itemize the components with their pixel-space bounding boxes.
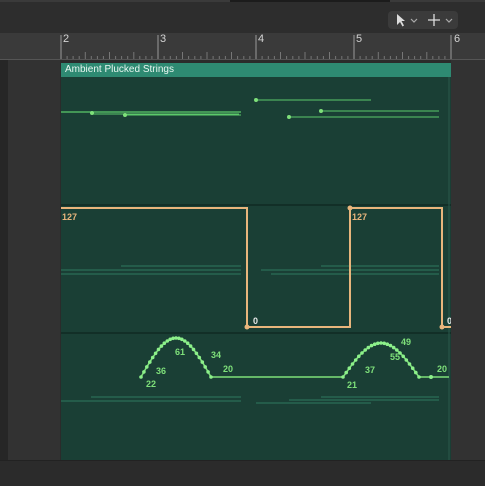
pitch-automation-point[interactable] [353,358,358,362]
chevron-down-icon[interactable] [410,18,418,23]
tool-picker[interactable] [388,11,458,29]
pitch-value-label: 22 [146,379,156,389]
timeline-ruler[interactable]: 2 3 4 5 6 [0,33,485,60]
velocity-value-label: 127 [352,212,367,222]
pitch-automation-point[interactable] [385,342,390,347]
velocity-value-label: 0 [447,316,451,326]
pitch-value-label: 55 [390,352,400,362]
pitch-automation-point[interactable] [156,347,161,352]
pitch-automation-point[interactable] [200,360,205,364]
pitch-automation-point[interactable] [150,355,155,360]
pitch-value-label: 36 [156,366,166,376]
pitch-automation-point[interactable] [410,366,415,371]
pitch-automation-point[interactable] [142,370,146,374]
pointer-tool-icon[interactable] [397,14,405,27]
pitch-automation-point[interactable] [376,341,380,346]
pitch-automation-point[interactable] [404,358,409,362]
pitch-automation-point[interactable] [369,343,374,348]
pitch-automation-point[interactable] [139,375,143,379]
pitch-automation-point[interactable] [344,370,349,375]
track-area-right [451,60,485,460]
region-header[interactable]: Ambient Plucked Strings [61,63,451,77]
pitch-automation-point[interactable] [401,354,406,359]
bar-number-4: 4 [258,33,265,45]
note-lane[interactable] [61,98,439,119]
pitch-automation-point[interactable] [159,344,164,348]
pitch-automation-point[interactable] [363,348,368,352]
pitch-value-label: 20 [437,364,447,374]
chevron-down-icon[interactable] [445,18,453,23]
velocity-value-label: 0 [253,316,258,326]
pitch-automation-point[interactable] [350,362,355,366]
pitch-automation-point[interactable] [203,365,207,369]
pitch-automation-point[interactable] [153,351,158,356]
pitch-automation-point[interactable] [188,344,193,348]
toolbar [0,0,485,33]
track-area-left [8,60,60,460]
bar-number-3: 3 [160,33,167,45]
pitch-value-label: 34 [211,350,221,360]
pitch-automation-point[interactable] [379,341,383,345]
pitch-value-label: 49 [401,337,411,347]
pitch-automation-point[interactable] [429,375,433,379]
pitch-automation-point[interactable] [388,343,393,348]
pitch-automation-point[interactable] [183,339,187,343]
velocity-lane-notes [61,265,439,275]
pitch-value-label: 20 [223,364,233,374]
pitch-automation-point[interactable] [191,347,196,352]
pitch-automation-point[interactable] [341,375,345,379]
pitch-automation-point[interactable] [209,375,213,379]
pitch-automation-point[interactable] [366,345,371,350]
bar-number-6: 6 [454,33,461,45]
crosshair-tool-icon[interactable] [428,14,440,26]
region-title: Ambient Plucked Strings [65,64,174,75]
pitch-automation-point[interactable] [382,341,387,346]
window-tab[interactable] [230,0,390,2]
pitch-automation-point[interactable] [417,375,421,379]
bar-number-2: 2 [63,33,70,45]
velocity-automation-line[interactable] [61,205,451,330]
pitch-value-label: 61 [175,347,185,357]
pitch-automation-point[interactable] [407,362,412,366]
pitch-automation-point[interactable] [194,351,199,356]
bottom-bar [0,460,485,486]
pitch-value-label: 37 [365,365,375,375]
pitch-automation-point[interactable] [162,341,167,346]
pitch-automation-point[interactable] [185,341,190,346]
bar-number-5: 5 [356,33,363,45]
velocity-value-label: 127 [62,212,77,222]
pitch-automation-point[interactable] [360,351,364,355]
pitch-automation-point[interactable] [414,370,418,375]
pitch-lane-notes [61,396,439,404]
pitch-automation-point[interactable] [391,345,396,350]
pitch-automation-point[interactable] [206,370,210,374]
pitch-automation-point[interactable] [145,365,149,369]
pitch-automation-point[interactable] [148,360,152,364]
pitch-value-label: 21 [347,380,357,390]
pitch-automation-point[interactable] [197,355,202,360]
pitch-automation-point[interactable] [372,342,377,347]
pitch-automation-point[interactable] [357,354,361,359]
pitch-automation-point[interactable] [347,366,352,371]
midi-region[interactable]: 127 0 127 0 22 36 61 34 20 21 37 55 49 2… [61,77,451,460]
track-header-strip [0,60,8,460]
